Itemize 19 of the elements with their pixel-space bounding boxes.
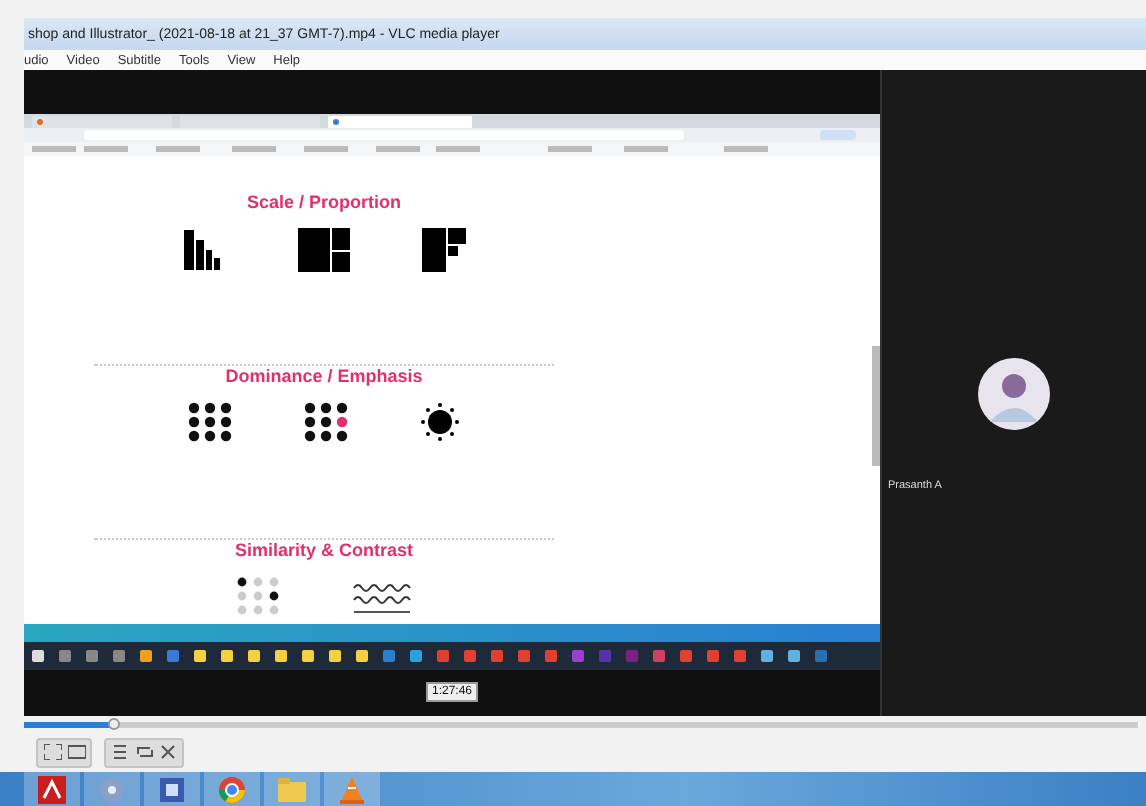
playlist-button[interactable]: [108, 741, 132, 763]
fullscreen-button[interactable]: [40, 741, 64, 763]
section-heading: Similarity & Contrast: [234, 540, 414, 560]
dots-icon: [188, 402, 232, 442]
scrollbar-thumb[interactable]: [872, 346, 880, 466]
dots-icon: [236, 576, 280, 616]
section-heading: Scale / Proportion: [246, 192, 401, 212]
browser-app-icon[interactable]: [204, 772, 260, 806]
blocks-icon: [422, 228, 466, 272]
loop-button[interactable]: [132, 741, 156, 763]
window-app-icon[interactable]: [144, 772, 200, 806]
dots-icon: [304, 402, 348, 442]
pdf-app-icon[interactable]: [24, 772, 80, 806]
sunburst-icon: [420, 402, 460, 442]
section-heading: Dominance / Emphasis: [225, 366, 423, 386]
bars-icon: [182, 228, 226, 272]
seek-bar[interactable]: [24, 721, 1138, 727]
avatar-icon: [978, 357, 1050, 429]
grid-icon: [298, 228, 350, 272]
